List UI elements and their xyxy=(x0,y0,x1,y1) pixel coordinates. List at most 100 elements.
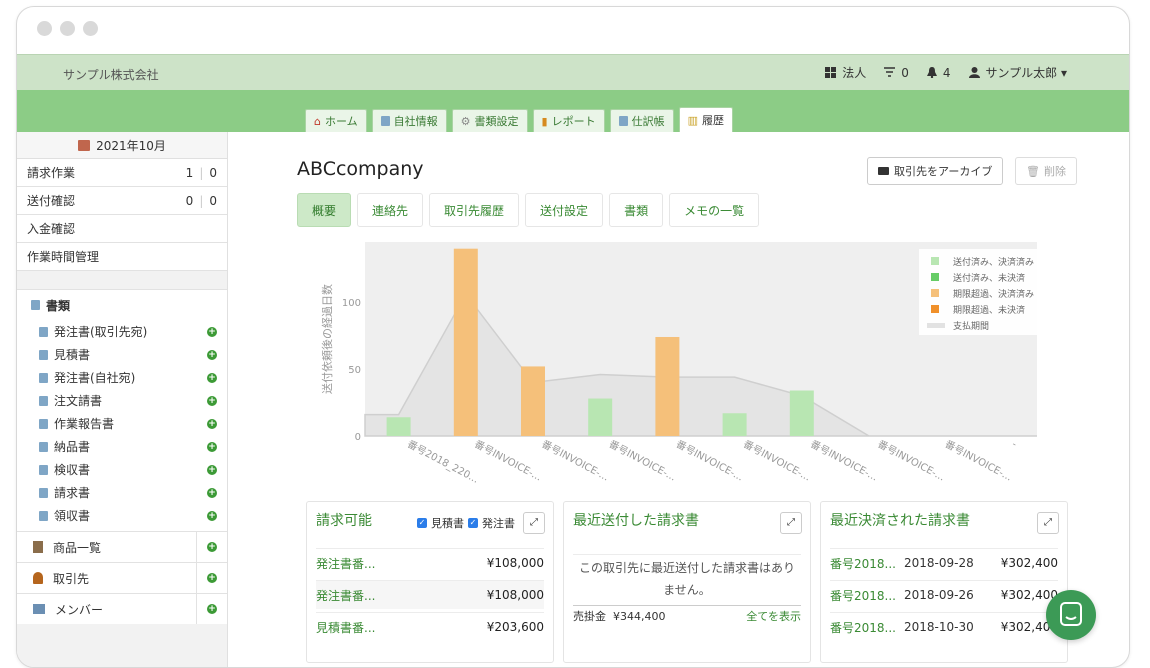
recent-settled-panel: 最近決済された請求書 ⤢ 番号2018... 2018-09-28 ¥302,400… xyxy=(820,501,1068,663)
y-tick-label: 50 xyxy=(348,365,361,376)
table-row[interactable]: 発注書番... ¥108,000 xyxy=(316,548,544,577)
chart-bar xyxy=(655,336,680,436)
row-date: 2018-09-28 xyxy=(904,556,974,570)
tab-journal[interactable]: 仕訳帳 xyxy=(609,109,674,132)
add-icon[interactable]: + xyxy=(207,487,217,498)
table-row[interactable]: 番号2018... 2018-10-30 ¥302,400 xyxy=(830,612,1058,641)
legend-swatch-line xyxy=(927,323,945,328)
document-item[interactable]: 検収書 + xyxy=(17,458,227,481)
subtab-contacts[interactable]: 連絡先 xyxy=(357,193,424,227)
document-item[interactable]: 領収書 + xyxy=(17,504,227,527)
window-minimize-dot[interactable] xyxy=(60,21,75,36)
archive-label: 取引先をアーカイブ xyxy=(894,165,993,178)
document-item-label: 発注書(取引先宛) xyxy=(54,325,148,339)
sidebar-item-payment-confirm[interactable]: 入金確認 xyxy=(17,215,227,243)
row-label[interactable]: 番号2018... xyxy=(830,587,904,604)
folder-icon xyxy=(878,167,889,175)
document-icon xyxy=(39,372,48,383)
ar-label: 売掛金 xyxy=(573,610,606,623)
window-maximize-dot[interactable] xyxy=(83,21,98,36)
row-label[interactable]: 発注書番... xyxy=(316,555,487,572)
row-label[interactable]: 番号2018... xyxy=(830,619,904,636)
row-label[interactable]: 見積書番... xyxy=(316,619,487,636)
bell-icon xyxy=(926,67,937,78)
add-icon[interactable]: + xyxy=(207,542,217,552)
tab-home[interactable]: ⌂ ホーム xyxy=(305,109,367,132)
document-item[interactable]: 作業報告書 + xyxy=(17,412,227,435)
document-icon xyxy=(39,326,48,337)
document-icon xyxy=(31,300,40,310)
checkbox-estimate-label: 見積書 xyxy=(431,517,464,530)
add-icon[interactable]: + xyxy=(207,441,217,452)
page-title: ABCcompany xyxy=(297,158,424,180)
show-all-link[interactable]: 全てを表示 xyxy=(746,608,801,624)
expand-icon[interactable]: ⤢ xyxy=(523,512,545,534)
legend-swatch xyxy=(931,305,939,313)
document-item[interactable]: 注文請書 + xyxy=(17,389,227,412)
add-icon[interactable]: + xyxy=(207,349,217,360)
x-tick-label: 番号INVOICE-... xyxy=(808,438,879,484)
expand-icon[interactable]: ⤢ xyxy=(780,512,802,534)
row-amount: ¥203,600 xyxy=(486,620,544,634)
document-item[interactable]: 納品書 + xyxy=(17,435,227,458)
tab-document-settings[interactable]: ⚙ 書類設定 xyxy=(451,109,528,132)
notification-count: 4 xyxy=(942,65,951,80)
table-row[interactable]: 番号2018... 2018-09-26 ¥302,400 xyxy=(830,580,1058,609)
row-label[interactable]: 番号2018... xyxy=(830,555,904,572)
products-icon xyxy=(33,541,43,553)
add-icon[interactable]: + xyxy=(207,604,217,614)
gear-icon: ⚙ xyxy=(460,114,471,128)
expand-icon[interactable]: ⤢ xyxy=(1037,512,1059,534)
document-item[interactable]: 請求書 + xyxy=(17,481,227,504)
document-item[interactable]: 発注書(自社宛) + xyxy=(17,366,227,389)
filter-menu[interactable]: 0 xyxy=(884,66,909,80)
sidebar-item-billing-work[interactable]: 請求作業 1 | 0 xyxy=(17,159,227,187)
sidebar-item-send-confirm[interactable]: 送付確認 0 | 0 xyxy=(17,187,227,215)
sidebar-item-work-time[interactable]: 作業時間管理 xyxy=(17,243,227,271)
delete-button[interactable]: 🗑 削除 xyxy=(1015,157,1077,185)
sidebar-item-products[interactable]: 商品一覧 + xyxy=(17,531,227,562)
add-icon[interactable]: + xyxy=(207,372,217,383)
notification-menu[interactable]: 4 xyxy=(926,65,951,80)
row-label[interactable]: 発注書番... xyxy=(316,587,487,604)
table-row[interactable]: 発注書番... ¥108,000 xyxy=(316,580,544,609)
subtab-history[interactable]: 取引先履歴 xyxy=(429,193,520,227)
person-icon xyxy=(33,572,43,584)
add-icon[interactable]: + xyxy=(207,418,217,429)
subtab-memos[interactable]: メモの一覧 xyxy=(669,193,760,227)
add-icon[interactable]: + xyxy=(207,573,217,583)
user-menu[interactable]: サンプル太郎 ▾ xyxy=(968,64,1067,81)
subtab-documents[interactable]: 書類 xyxy=(609,193,664,227)
table-row[interactable]: 見積書番... ¥203,600 xyxy=(316,612,544,641)
count-b: 0 xyxy=(209,193,217,208)
calendar-icon xyxy=(78,139,91,151)
checkbox-order[interactable]: ✓ xyxy=(468,518,478,528)
tab-report[interactable]: ▮ レポート xyxy=(532,109,605,132)
month-selector[interactable]: 2021年10月 xyxy=(17,132,227,159)
document-item-label: 注文請書 xyxy=(54,394,103,408)
subtab-overview[interactable]: 概要 xyxy=(297,193,352,227)
add-icon[interactable]: + xyxy=(207,464,217,475)
add-icon[interactable]: + xyxy=(207,395,217,406)
sidebar-item-label: 入金確認 xyxy=(27,222,76,236)
window-close-dot[interactable] xyxy=(37,21,52,36)
document-item[interactable]: 見積書 + xyxy=(17,343,227,366)
archive-client-button[interactable]: 取引先をアーカイブ xyxy=(867,157,1004,185)
subtab-send-settings[interactable]: 送付設定 xyxy=(525,193,604,227)
tab-home-label: ホーム xyxy=(324,115,358,128)
document-item-label: 請求書 xyxy=(54,486,91,500)
add-icon[interactable]: + xyxy=(207,326,217,337)
table-row[interactable]: 番号2018... 2018-09-28 ¥302,400 xyxy=(830,548,1058,577)
sidebar-item-clients[interactable]: 取引先 + xyxy=(17,562,227,593)
company-name: サンプル株式会社 xyxy=(63,68,159,82)
add-icon[interactable]: + xyxy=(207,510,217,521)
tab-history[interactable]: ▥ 履歴 xyxy=(678,107,733,132)
chat-button[interactable] xyxy=(1046,590,1096,640)
checkbox-estimate[interactable]: ✓ xyxy=(417,518,427,528)
main-tabs: ⌂ ホーム 自社情報 ⚙ 書類設定 ▮ レポート 仕訳帳 ▥ 履歴 xyxy=(305,107,733,132)
tab-company-info[interactable]: 自社情報 xyxy=(371,109,447,132)
corporation-menu[interactable]: 法人 xyxy=(825,64,866,81)
sidebar-item-members[interactable]: メンバー + xyxy=(17,593,227,624)
task-counts: 1 | 0 xyxy=(186,166,217,180)
document-item[interactable]: 発注書(取引先宛) + xyxy=(17,320,227,343)
